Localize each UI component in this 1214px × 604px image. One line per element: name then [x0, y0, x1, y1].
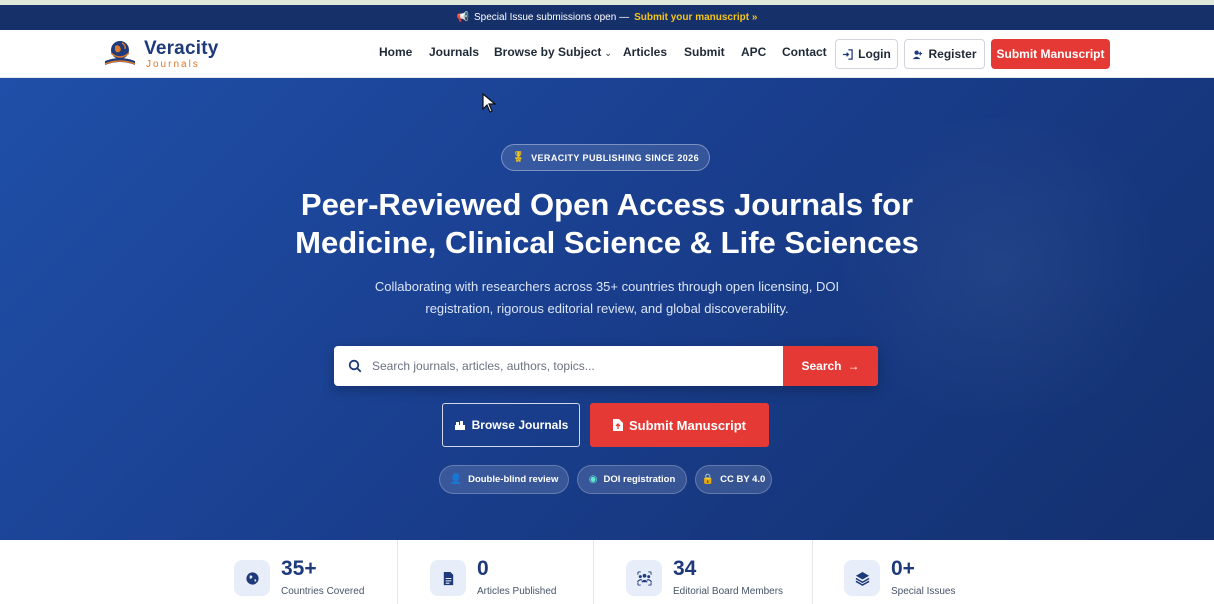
stat-divider: [593, 540, 594, 604]
brand-tagline: Journals: [146, 58, 200, 70]
hero-title: Peer-Reviewed Open Access Journals for M…: [257, 186, 957, 262]
publishing-badge: 🎖 VERACITY PUBLISHING SINCE 2026: [501, 144, 710, 171]
submit-manuscript-nav-button[interactable]: Submit Manuscript: [991, 39, 1110, 69]
mouse-cursor-icon: [482, 93, 496, 113]
hero-title-line-1: Peer-Reviewed Open Access Journals for: [300, 187, 914, 222]
layers-icon: [844, 560, 880, 596]
fingerprint-icon: ◉: [588, 474, 598, 485]
user-check-icon: 👤: [449, 474, 463, 485]
nav-submit[interactable]: Submit: [684, 45, 725, 59]
document-icon: [430, 560, 466, 596]
lock-icon: 🔒: [701, 474, 715, 485]
award-icon: 🎖: [512, 152, 526, 163]
hero-search-bar: Search →: [334, 346, 878, 386]
register-label: Register: [928, 47, 977, 61]
pill-cc-by-label: CC BY 4.0: [720, 474, 766, 485]
login-icon: [843, 48, 853, 60]
announcement-link[interactable]: Submit your manuscript »: [634, 12, 757, 23]
hero-title-line-2: Medicine, Clinical Science & Life Scienc…: [295, 225, 919, 260]
file-upload-icon: [612, 419, 623, 431]
stat-value-countries: 35+: [281, 557, 317, 580]
hero-subtitle-line-2: registration, rigorous editorial review,…: [425, 301, 789, 316]
stat-label-editorial: Editorial Board Members: [673, 586, 784, 597]
stat-label-countries: Countries Covered: [281, 586, 365, 597]
submit-manuscript-hero-button[interactable]: Submit Manuscript: [590, 403, 769, 447]
globe-icon: [234, 560, 270, 596]
badge-text: VERACITY PUBLISHING SINCE 2026: [531, 152, 699, 163]
submit-manuscript-hero-label: Submit Manuscript: [628, 417, 746, 433]
pill-doi-label: DOI registration: [603, 474, 676, 485]
announcement-text: Special Issue submissions open —: [474, 12, 630, 23]
stat-label-special: Special Issues: [891, 586, 956, 597]
arrow-right-icon: →: [847, 359, 860, 373]
user-plus-icon: [913, 50, 923, 59]
pill-double-blind: 👤 Double-blind review: [439, 465, 569, 494]
chevron-down-icon: ⌄: [604, 48, 612, 58]
globe-book-logo-icon: [104, 41, 136, 65]
pill-doi: ◉ DOI registration: [577, 465, 687, 494]
stats-bar: 35+ Countries Covered 0 Articles Publish…: [0, 540, 1214, 604]
megaphone-icon: 📢: [456, 12, 469, 23]
hero-section: 🎖 VERACITY PUBLISHING SINCE 2026 Peer-Re…: [0, 78, 1214, 540]
stat-label-articles: Articles Published: [477, 586, 557, 597]
search-button-label: Search: [801, 359, 842, 373]
search-input[interactable]: [372, 354, 772, 378]
register-button[interactable]: Register: [904, 39, 985, 69]
main-navbar: Veracity Journals Home Journals Browse b…: [0, 30, 1214, 78]
nav-articles[interactable]: Articles: [623, 45, 667, 59]
users-icon: [626, 560, 662, 596]
stat-divider: [397, 540, 398, 604]
books-icon: [454, 420, 465, 430]
brand-logo[interactable]: Veracity Journals: [102, 37, 219, 71]
search-icon: [348, 359, 362, 373]
nav-contact[interactable]: Contact: [782, 45, 827, 59]
browse-journals-label: Browse Journals: [471, 418, 569, 432]
hero-subtitle: Collaborating with researchers across 35…: [340, 276, 874, 320]
stat-value-editorial: 34: [673, 557, 697, 580]
announcement-bar: 📢 Special Issue submissions open — Submi…: [0, 5, 1214, 30]
nav-apc[interactable]: APC: [741, 45, 766, 59]
nav-browse-label: Browse by Subject: [494, 45, 602, 59]
stat-divider: [812, 540, 813, 604]
browse-journals-button[interactable]: Browse Journals: [442, 403, 580, 447]
login-label: Login: [858, 47, 891, 61]
login-button[interactable]: Login: [835, 39, 898, 69]
nav-browse-by-subject[interactable]: Browse by Subject ⌄: [494, 45, 612, 59]
nav-journals[interactable]: Journals: [429, 45, 479, 59]
hero-subtitle-line-1: Collaborating with researchers across 35…: [374, 279, 840, 294]
search-button[interactable]: Search →: [783, 346, 878, 386]
stat-value-special: 0+: [891, 557, 915, 580]
pill-double-blind-label: Double-blind review: [468, 474, 559, 485]
nav-home[interactable]: Home: [379, 45, 412, 59]
brand-name: Veracity: [144, 37, 219, 59]
pill-cc-by: 🔒 CC BY 4.0: [695, 465, 772, 494]
stat-value-articles: 0: [477, 557, 489, 580]
